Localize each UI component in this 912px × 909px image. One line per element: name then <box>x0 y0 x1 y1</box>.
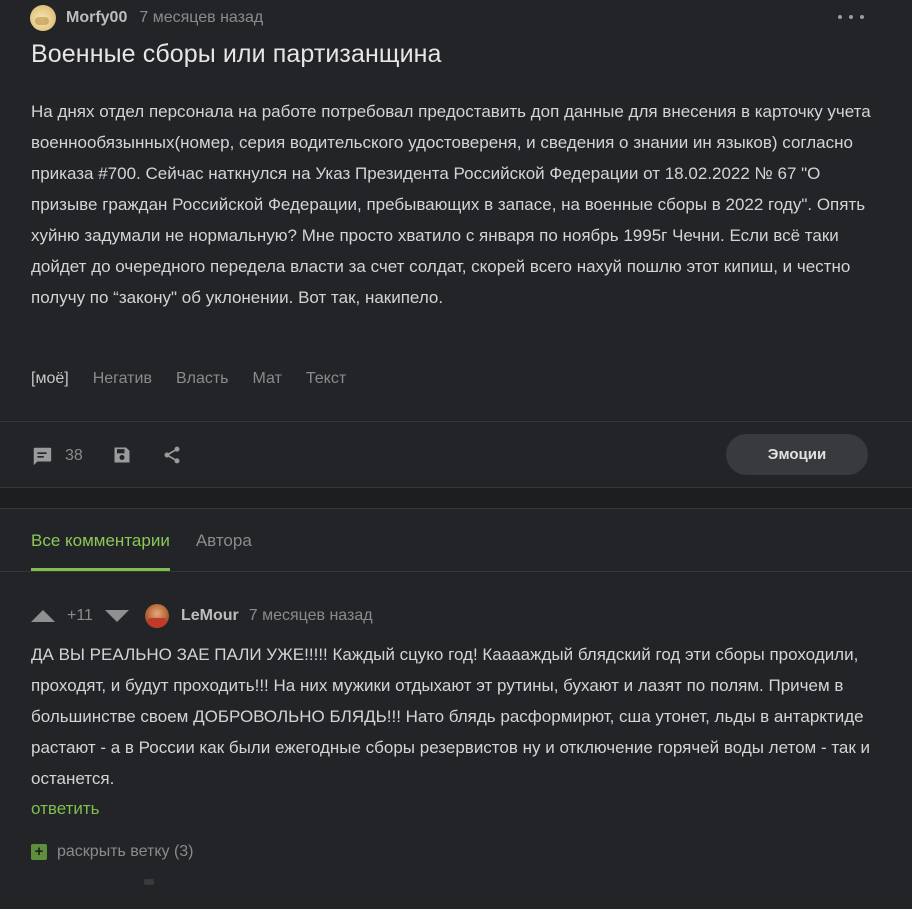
tag-list: [моё] Негатив Власть Мат Текст <box>31 370 370 388</box>
post-text: На днях отдел персонала на работе потреб… <box>31 102 871 307</box>
comment-tabs: Все комментарии Автора <box>31 509 278 571</box>
post-title[interactable]: Военные сборы или партизанщина <box>31 40 442 69</box>
more-dots-icon[interactable] <box>838 8 864 26</box>
comment-time: 7 месяцев назад <box>248 607 373 624</box>
author-avatar[interactable] <box>30 5 56 31</box>
tag[interactable]: Власть <box>176 370 229 388</box>
post-card: Morfy00 7 месяцев назад Военные сборы ил… <box>0 0 912 488</box>
tag[interactable]: Мат <box>253 370 282 388</box>
arrow-down-icon[interactable] <box>104 610 129 622</box>
next-comment-avatar <box>144 879 154 885</box>
comment-author[interactable]: LeMour <box>181 607 239 625</box>
tag[interactable]: Негатив <box>93 370 152 388</box>
comment-count: 38 <box>65 447 83 464</box>
comment-rating: +11 <box>67 607 93 624</box>
tab-author[interactable]: Автора <box>196 509 252 571</box>
expand-thread-button[interactable]: + раскрыть ветку (3) <box>31 843 194 861</box>
divider <box>0 571 912 572</box>
plus-icon: + <box>31 844 47 860</box>
share-button[interactable] <box>162 445 182 470</box>
comments-button[interactable]: 38 <box>31 445 83 467</box>
tag[interactable]: [моё] <box>31 370 69 388</box>
comment-text: ДА ВЫ РЕАЛЬНО ЗАЕ ПАЛИ УЖЕ!!!!! Каждый с… <box>31 645 871 788</box>
post-time: 7 месяцев назад <box>139 9 264 26</box>
reply-link[interactable]: ответить <box>31 799 100 819</box>
expand-thread-label: раскрыть ветку (3) <box>57 843 194 860</box>
post-author-row: Morfy00 7 месяцев назад <box>30 5 263 31</box>
arrow-up-icon[interactable] <box>31 610 55 622</box>
post-footer: 38 Эмоции <box>0 421 912 489</box>
share-icon <box>164 446 180 464</box>
comment-header: +11 LeMour 7 месяцев назад <box>31 603 373 629</box>
tab-all-comments[interactable]: Все комментарии <box>31 509 170 571</box>
comments-section: Все комментарии Автора +11 LeMour 7 меся… <box>0 508 912 909</box>
save-icon <box>114 447 130 463</box>
comment-bubble-icon <box>33 447 52 466</box>
emotions-button[interactable]: Эмоции <box>726 434 868 475</box>
save-button[interactable] <box>112 445 132 470</box>
avatar[interactable] <box>144 604 169 628</box>
author-name[interactable]: Morfy00 <box>66 9 127 27</box>
tag[interactable]: Текст <box>306 370 346 388</box>
